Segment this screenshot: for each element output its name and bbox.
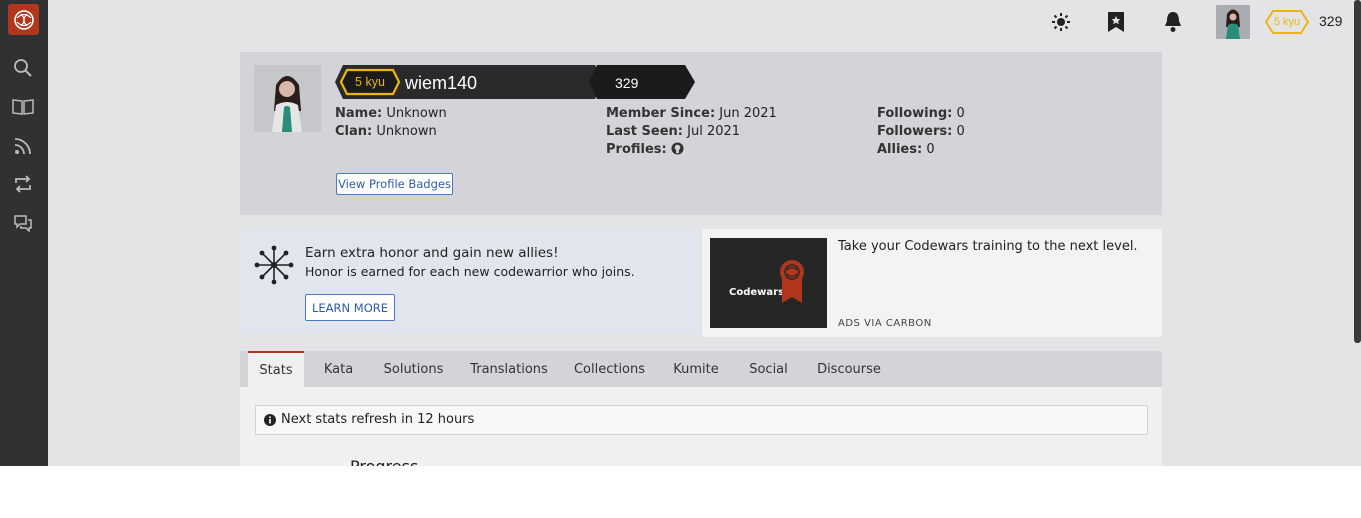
tab-collections[interactable]: Collections — [572, 351, 647, 387]
profile-tabs: Stats Kata Solutions Translations Collec… — [240, 351, 1162, 387]
ads-via-carbon[interactable]: ADS VIA CARBON — [838, 318, 932, 329]
tab-stats[interactable]: Stats — [248, 351, 304, 387]
member-since-label: Member Since: — [606, 106, 716, 121]
notification-bell-icon[interactable] — [1161, 10, 1185, 34]
carbon-ad[interactable]: Codewars Take your Codewars training to … — [702, 229, 1162, 337]
last-seen-label: Last Seen: — [606, 124, 683, 139]
clan-label: Clan: — [335, 124, 373, 139]
codewars-logo[interactable] — [8, 4, 39, 35]
view-profile-badges-button[interactable]: View Profile Badges — [336, 173, 453, 195]
top-rank-label: 5 kyu — [1273, 16, 1301, 28]
tab-translations[interactable]: Translations — [469, 351, 549, 387]
learn-more-button[interactable]: LEARN MORE — [305, 294, 395, 321]
stats-refresh-text: Next stats refresh in 12 hours — [281, 412, 475, 427]
followers-label: Followers: — [877, 124, 953, 139]
profile-username: wiem140 — [405, 73, 478, 93]
last-seen-value: Jul 2021 — [687, 124, 741, 139]
profile-avatar — [254, 65, 321, 132]
stats-refresh-notice: Next stats refresh in 12 hours — [255, 405, 1148, 435]
allies-value: 0 — [926, 142, 935, 157]
user-avatar[interactable] — [1216, 5, 1250, 39]
following-label: Following: — [877, 106, 953, 121]
ad-text[interactable]: Take your Codewars training to the next … — [838, 239, 1138, 254]
stats-content: Next stats refresh in 12 hours Progress — [240, 387, 1162, 466]
allies-label: Allies: — [877, 142, 923, 157]
info-profiles: Profiles: — [606, 142, 684, 159]
network-icon — [254, 245, 294, 285]
profile-rank-label: 5 kyu — [355, 75, 385, 89]
profile-panel: 5 kyu wiem140 329 Name: Unknown Clan: Un… — [240, 52, 1162, 215]
bookmark-icon[interactable] — [1104, 10, 1128, 34]
info-icon — [264, 413, 276, 431]
top-rank-badge: 5 kyu — [1264, 9, 1310, 35]
tab-discourse[interactable]: Discourse — [815, 351, 883, 387]
tab-kumite[interactable]: Kumite — [670, 351, 722, 387]
ad-image[interactable]: Codewars — [710, 238, 827, 328]
info-following: Following: 0 — [877, 106, 965, 121]
profile-honor: 329 — [615, 75, 639, 91]
member-since-value: Jun 2021 — [719, 106, 777, 121]
progress-icon — [310, 461, 322, 466]
page: 5 kyu 329 5 kyu wiem140 329 Name: Unknow… — [0, 0, 1361, 466]
scrollbar[interactable] — [1354, 0, 1361, 343]
info-clan: Clan: Unknown — [335, 124, 437, 139]
promo-title: Earn extra honor and gain new allies! — [305, 245, 559, 261]
progress-title: Progress — [350, 457, 418, 466]
ad-image-label: Codewars — [729, 287, 785, 298]
retweet-icon[interactable] — [12, 173, 34, 195]
followers-value: 0 — [956, 124, 965, 139]
profile-name-bar: 5 kyu — [335, 65, 695, 99]
info-member-since: Member Since: Jun 2021 — [606, 106, 777, 121]
clan-value: Unknown — [376, 124, 437, 139]
tab-solutions[interactable]: Solutions — [380, 351, 447, 387]
info-allies: Allies: 0 — [877, 142, 935, 157]
name-label: Name: — [335, 106, 383, 121]
info-name: Name: Unknown — [335, 106, 447, 121]
book-icon[interactable] — [12, 96, 34, 118]
promo-subtitle: Honor is earned for each new codewarrior… — [305, 264, 635, 279]
tab-social[interactable]: Social — [745, 351, 792, 387]
profiles-label: Profiles: — [606, 142, 667, 157]
tab-kata[interactable]: Kata — [318, 351, 359, 387]
top-honor-count: 329 — [1319, 13, 1343, 29]
search-icon[interactable] — [12, 57, 34, 79]
info-last-seen: Last Seen: Jul 2021 — [606, 124, 740, 139]
referral-promo: Earn extra honor and gain new allies! Ho… — [240, 229, 700, 333]
following-value: 0 — [956, 106, 965, 121]
name-value: Unknown — [386, 106, 447, 121]
sidebar — [0, 0, 48, 466]
feed-icon[interactable] — [12, 135, 34, 157]
theme-toggle-icon[interactable] — [1049, 10, 1073, 34]
info-followers: Followers: 0 — [877, 124, 965, 139]
chat-icon[interactable] — [12, 212, 34, 234]
github-icon[interactable] — [671, 142, 684, 159]
